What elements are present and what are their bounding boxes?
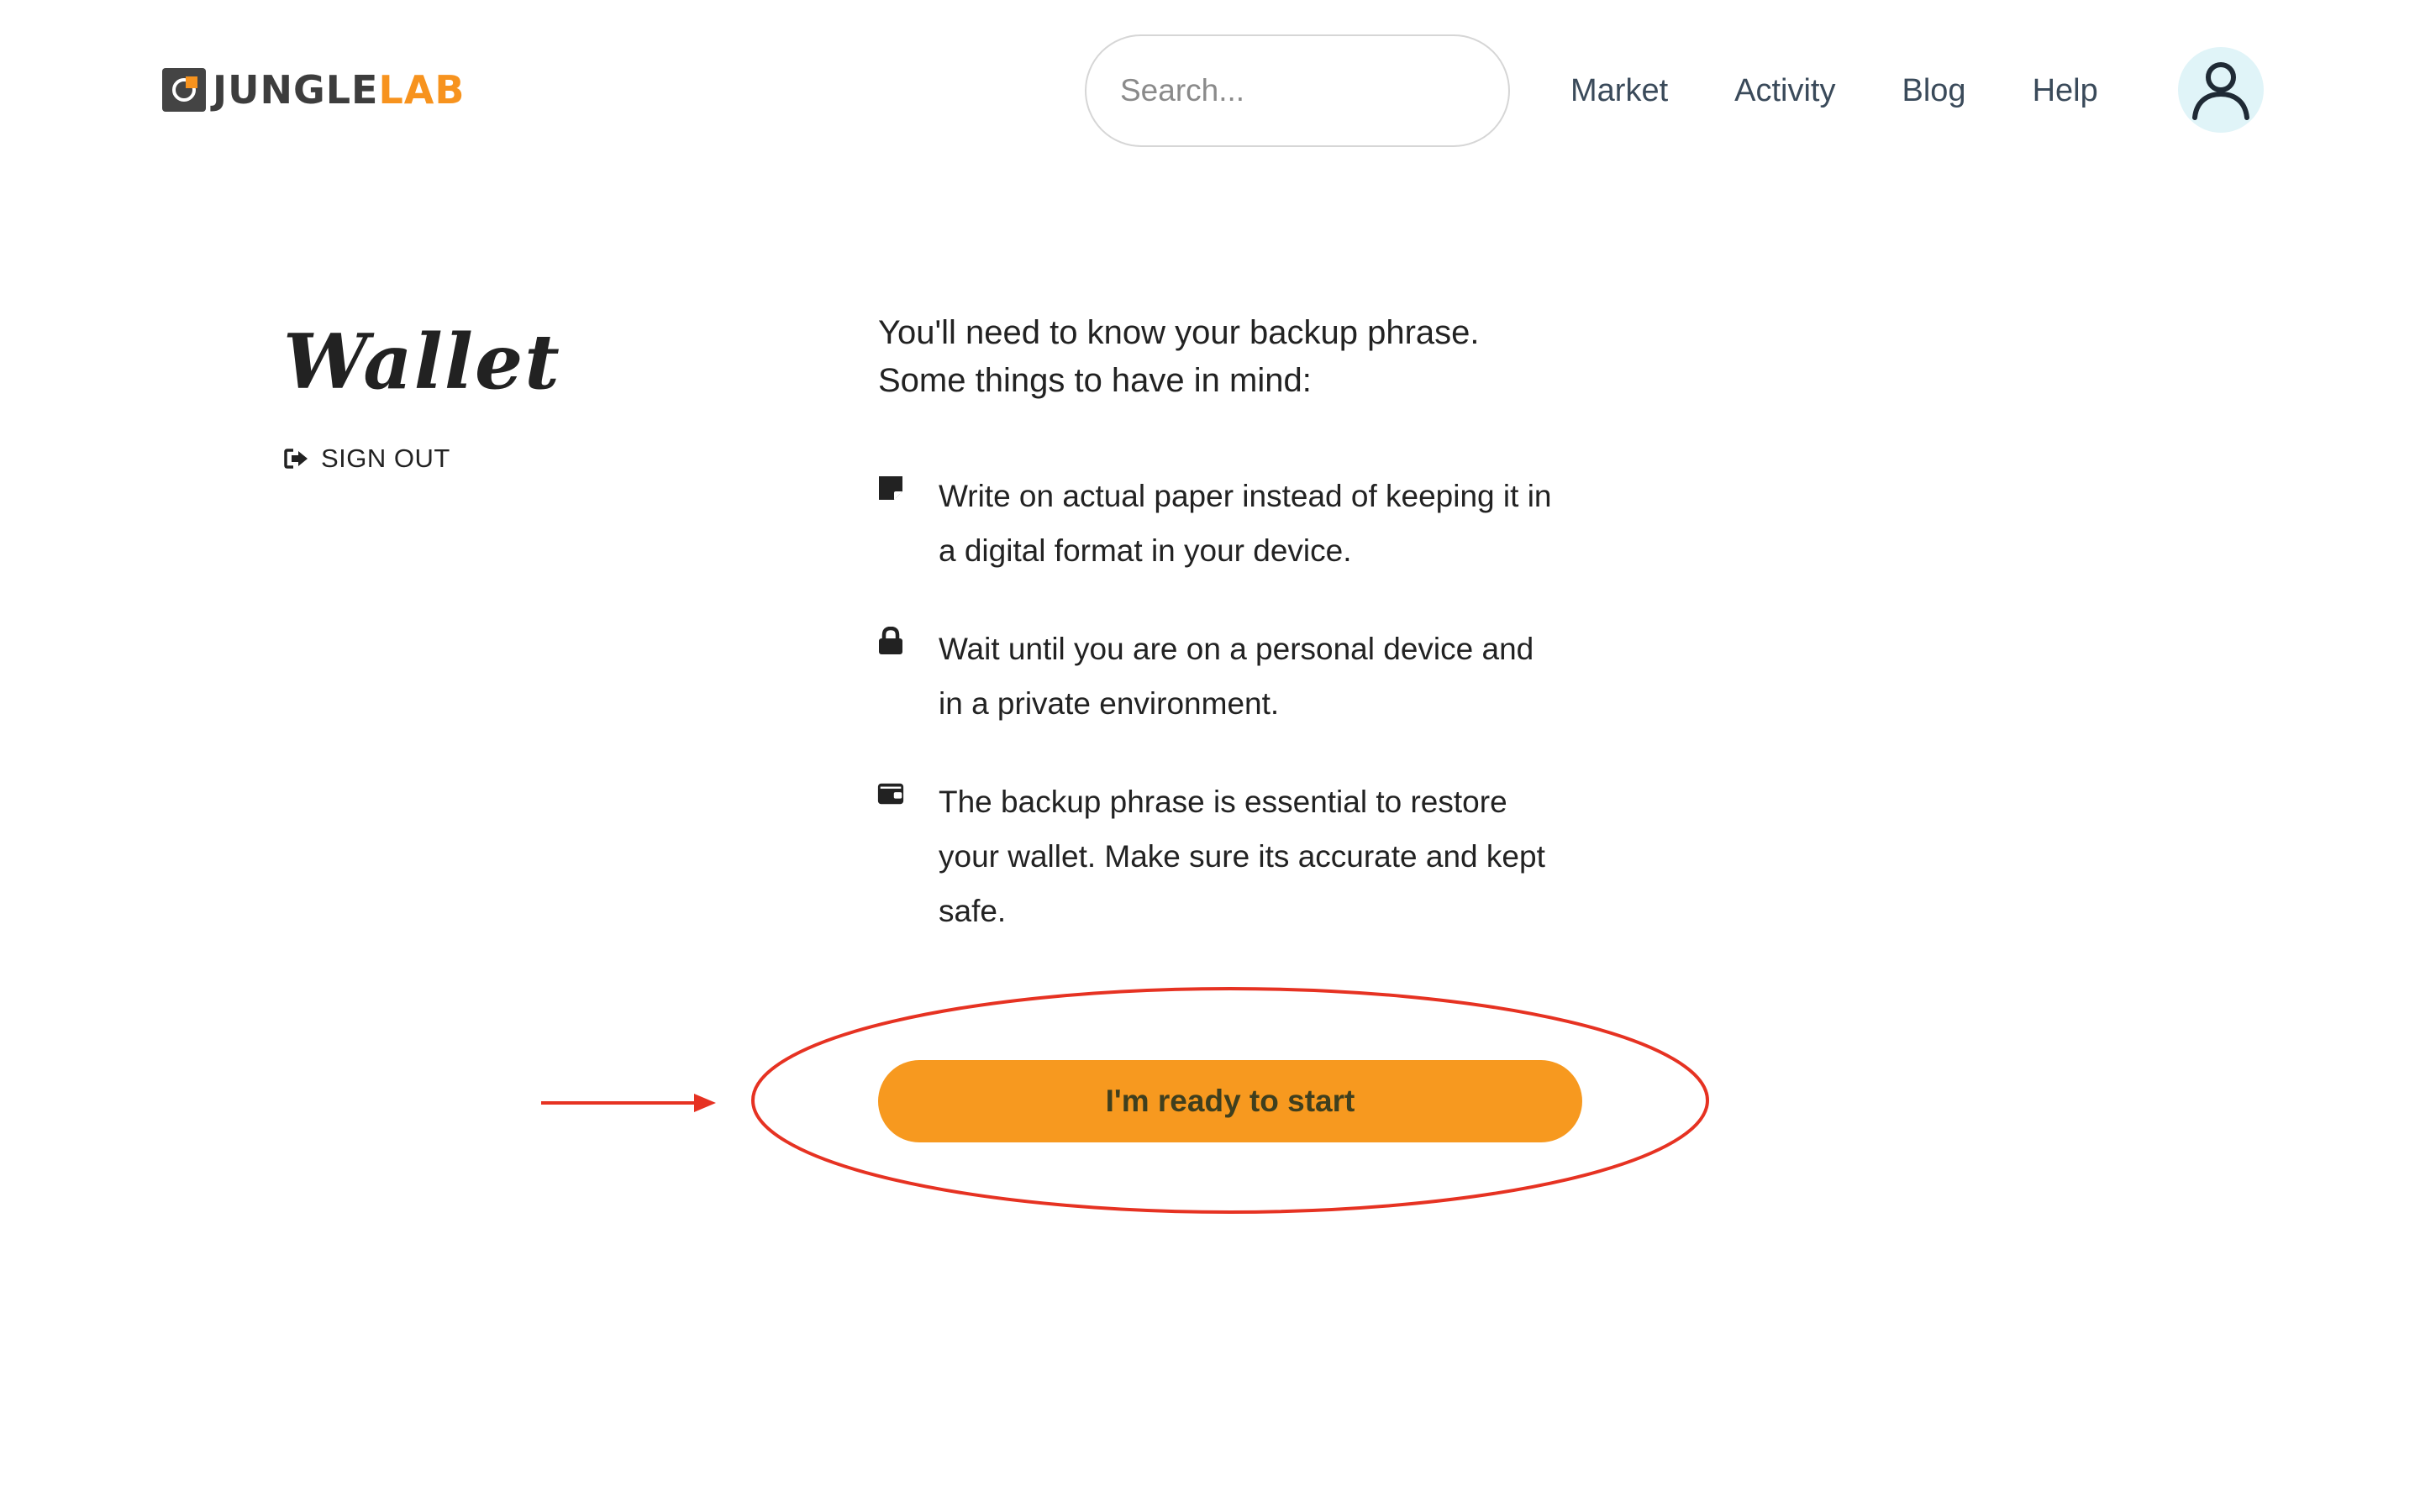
tip-text: Write on actual paper instead of keeping…	[939, 469, 1552, 578]
nav-market[interactable]: Market	[1570, 69, 1668, 113]
intro-line-2: Some things to have in mind:	[878, 362, 1312, 399]
tip-line: a digital format in your device.	[939, 533, 1352, 568]
user-icon	[2192, 62, 2249, 120]
tip-line: safe.	[939, 894, 1007, 928]
list-item: Write on actual paper instead of keeping…	[876, 469, 1616, 578]
nav-activity[interactable]: Activity	[1734, 69, 1835, 113]
sticky-note-icon	[879, 476, 902, 500]
top-nav: Market Activity Blog Help	[1570, 69, 2098, 113]
avatar[interactable]	[2178, 47, 2264, 133]
page: JUNGLELAB Market Activity Blog Help Wall…	[0, 0, 2420, 1512]
logo-mark-icon	[162, 68, 206, 112]
tip-line: Wait until you are on a personal device …	[939, 632, 1534, 666]
list-item: The backup phrase is essential to restor…	[876, 774, 1616, 938]
tip-text: Wait until you are on a personal device …	[939, 622, 1534, 731]
logo[interactable]: JUNGLELAB	[162, 68, 465, 112]
annotation-arrowhead	[694, 1094, 716, 1112]
lock-icon	[879, 627, 902, 654]
sign-out-button[interactable]: SIGN OUT	[284, 444, 450, 474]
search-input[interactable]	[1118, 72, 1522, 109]
tip-line: your wallet. Make sure its accurate and …	[939, 839, 1545, 874]
wallet-icon	[877, 783, 904, 805]
logo-text-part2: LAB	[378, 67, 466, 113]
sign-out-label: SIGN OUT	[321, 444, 450, 473]
ready-to-start-button[interactable]: I'm ready to start	[878, 1060, 1582, 1142]
tips-list: Write on actual paper instead of keeping…	[876, 469, 1616, 982]
intro-line-1: You'll need to know your backup phrase.	[878, 314, 1480, 351]
sign-out-icon	[284, 449, 308, 469]
list-item: Wait until you are on a personal device …	[876, 622, 1616, 731]
intro-text: You'll need to know your backup phrase. …	[878, 309, 1634, 405]
logo-text: JUNGLELAB	[213, 68, 465, 112]
logo-text-part1: JUNGLE	[213, 67, 379, 113]
tip-line: Write on actual paper instead of keeping…	[939, 479, 1552, 513]
tip-line: in a private environment.	[939, 686, 1280, 721]
nav-blog[interactable]: Blog	[1902, 69, 1966, 113]
tip-text: The backup phrase is essential to restor…	[939, 774, 1545, 938]
tip-line: The backup phrase is essential to restor…	[939, 785, 1507, 819]
search-box[interactable]	[1085, 34, 1522, 147]
page-title: Wallet	[283, 318, 561, 407]
nav-help[interactable]: Help	[2033, 69, 2098, 113]
